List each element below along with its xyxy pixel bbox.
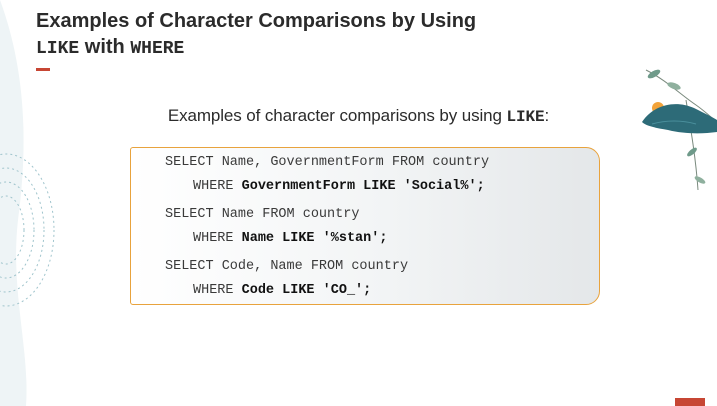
slide: Examples of Character Comparisons by Usi… xyxy=(0,0,717,406)
code-where-line-1: WHERE GovernmentForm LIKE 'Social%'; xyxy=(193,178,485,196)
title-accent-bar xyxy=(36,68,50,71)
code-select-line-3: SELECT Code, Name FROM country xyxy=(165,259,409,274)
subtitle-suffix: : xyxy=(544,106,550,125)
subtitle-text: Examples of character comparisons by usi… xyxy=(167,106,502,125)
corner-accent xyxy=(675,398,705,406)
subtitle-keyword: LIKE xyxy=(506,108,545,126)
sql-code-box: SELECT Name, GovernmentForm FROM country… xyxy=(130,147,600,305)
title-text-part1: Examples of Character Comparisons by Usi… xyxy=(36,10,477,32)
code-where-keyword-1: WHERE xyxy=(193,179,234,194)
code-where-condition-3: Code LIKE 'CO_'; xyxy=(241,283,372,298)
title-keyword-like: LIKE xyxy=(36,39,80,59)
code-where-line-2: WHERE Name LIKE '%stan'; xyxy=(193,230,387,248)
code-select-line-1: SELECT Name, GovernmentForm FROM country xyxy=(165,155,490,170)
code-where-condition-1: GovernmentForm LIKE 'Social%'; xyxy=(241,179,485,194)
title-text-part2: with xyxy=(84,36,125,58)
code-where-line-3: WHERE Code LIKE 'CO_'; xyxy=(193,282,371,300)
slide-title: Examples of Character Comparisons by Usi… xyxy=(36,8,476,62)
slide-subtitle: Examples of character comparisons by usi… xyxy=(0,106,717,126)
code-where-keyword-2: WHERE xyxy=(193,231,234,246)
title-keyword-where: WHERE xyxy=(130,39,185,59)
code-select-line-2: SELECT Name FROM country xyxy=(165,207,360,222)
code-where-keyword-3: WHERE xyxy=(193,283,234,298)
code-where-condition-2: Name LIKE '%stan'; xyxy=(241,231,388,246)
bird-branch-illustration-icon xyxy=(642,69,717,191)
